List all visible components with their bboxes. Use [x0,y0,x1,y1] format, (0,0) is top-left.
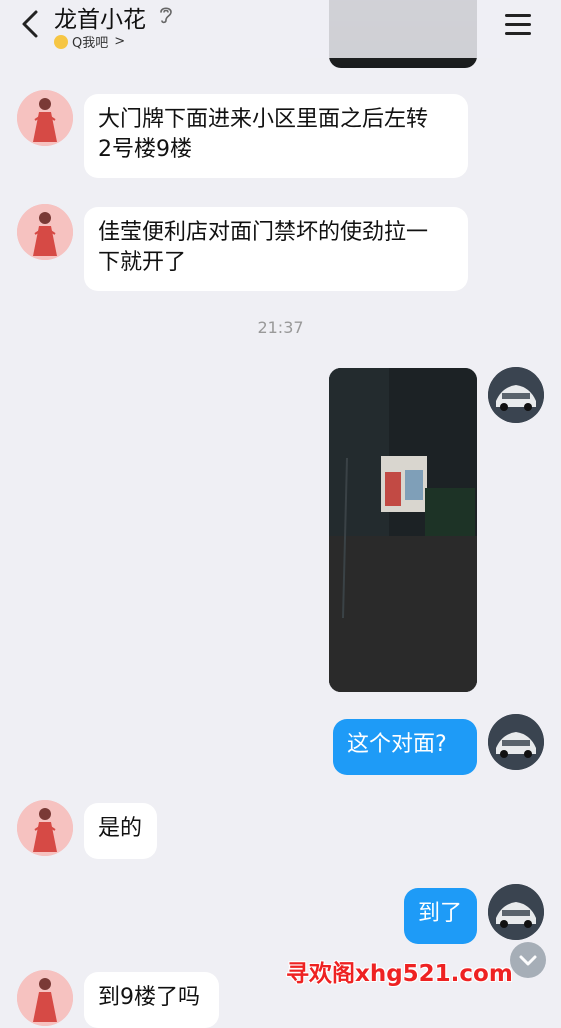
message-text: 是的 [98,816,143,841]
back-icon[interactable] [14,6,50,42]
contact-avatar[interactable] [17,800,73,856]
car-avatar-illustration [488,884,544,940]
avatar-illustration [17,800,73,856]
message-text: 到了 [418,901,463,926]
avatar-illustration [17,204,73,260]
timestamp: 21:37 [257,318,304,337]
night-photo [329,368,477,692]
contact-avatar[interactable] [17,204,73,260]
status-text: Q我吧 [72,36,109,51]
menu-icon[interactable] [505,10,539,38]
message-bubble[interactable]: 大门牌下面进来小区里面之后左转 2号楼9楼 [84,94,468,178]
contact-avatar[interactable] [17,90,73,146]
my-avatar[interactable] [488,367,544,423]
message-bubble[interactable]: 到了 [404,888,477,944]
status-line[interactable]: Q我吧 > [54,32,125,51]
message-text: 大门牌下面进来小区里面之后左转 [98,107,429,132]
smile-icon [54,34,68,49]
chevron-down-icon [519,955,537,966]
message-bubble[interactable]: 是的 [84,803,157,859]
message-text: 2号楼9楼 [98,137,192,162]
blurred-overlay [300,0,500,58]
my-avatar[interactable] [488,714,544,770]
watermark: 寻欢阁xhg521.com [286,961,513,987]
scroll-down-button[interactable] [510,942,546,978]
contact-name[interactable]: 龙首小花 [54,0,146,34]
message-text: 下就开了 [98,250,187,275]
message-text: 这个对面? [347,732,447,757]
message-text: 佳莹便利店对面门禁坏的使劲拉一 [98,220,429,245]
avatar-illustration [17,970,73,1026]
car-avatar-illustration [488,367,544,423]
status-chevron: > [114,34,126,49]
avatar-illustration [17,90,73,146]
car-avatar-illustration [488,714,544,770]
message-bubble[interactable]: 佳莹便利店对面门禁坏的使劲拉一 下就开了 [84,207,468,291]
image-message[interactable] [329,368,477,692]
my-avatar[interactable] [488,884,544,940]
ear-icon[interactable] [157,4,175,26]
message-bubble[interactable]: 到9楼了吗 [84,972,219,1028]
message-text: 到9楼了吗 [98,985,200,1010]
message-bubble[interactable]: 这个对面? [333,719,477,775]
contact-avatar[interactable] [17,970,73,1026]
